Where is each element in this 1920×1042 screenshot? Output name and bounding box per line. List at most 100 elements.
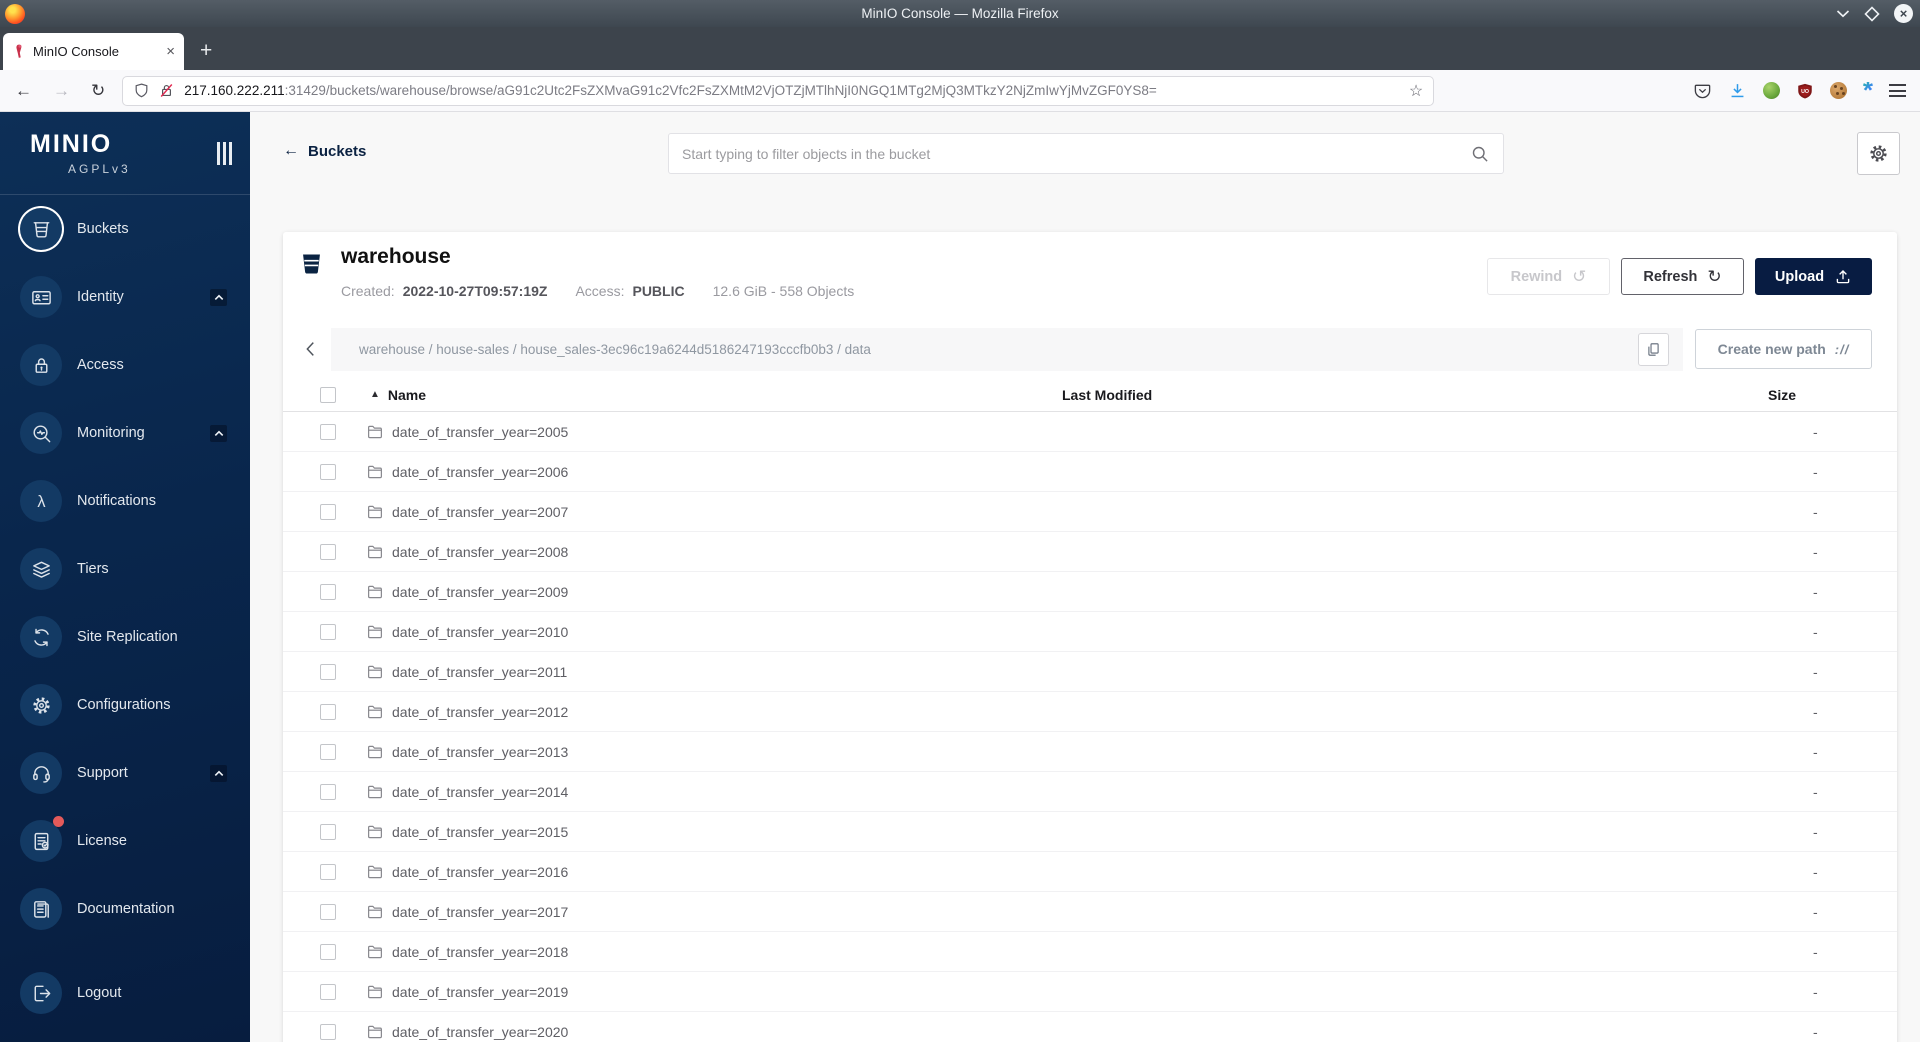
table-row[interactable]: date_of_transfer_year=2009 -: [283, 572, 1897, 612]
object-name[interactable]: date_of_transfer_year=2016: [392, 864, 568, 880]
table-row[interactable]: date_of_transfer_year=2016 -: [283, 852, 1897, 892]
bookmark-star-icon[interactable]: ☆: [1409, 81, 1423, 101]
reload-icon[interactable]: ↻: [91, 82, 105, 99]
row-checkbox[interactable]: [320, 743, 336, 760]
object-name[interactable]: date_of_transfer_year=2008: [392, 544, 568, 560]
sidebar-item-access[interactable]: Access: [0, 331, 250, 399]
sidebar-item-license[interactable]: License: [0, 807, 250, 875]
chevron-up-icon[interactable]: [210, 288, 227, 306]
object-name[interactable]: date_of_transfer_year=2006: [392, 464, 568, 480]
row-checkbox[interactable]: [320, 823, 336, 840]
folder-icon: [366, 743, 384, 761]
table-row[interactable]: date_of_transfer_year=2017 -: [283, 892, 1897, 932]
url-bar[interactable]: 217.160.222.211:31429/buckets/warehouse/…: [122, 75, 1435, 106]
sidebar-item-tiers[interactable]: Tiers: [0, 535, 250, 603]
table-row[interactable]: date_of_transfer_year=2014 -: [283, 772, 1897, 812]
rewind-button[interactable]: Rewind ↺: [1487, 258, 1610, 295]
name-column-header[interactable]: ▲ Name: [336, 387, 1062, 403]
menu-icon[interactable]: [1889, 84, 1906, 97]
modified-column-header[interactable]: Last Modified: [1062, 387, 1768, 403]
table-row[interactable]: date_of_transfer_year=2008 -: [283, 532, 1897, 572]
select-all-checkbox[interactable]: [320, 386, 336, 403]
row-checkbox[interactable]: [320, 943, 336, 960]
tab-close-icon[interactable]: ×: [166, 43, 175, 60]
object-name[interactable]: date_of_transfer_year=2012: [392, 704, 568, 720]
minimize-icon[interactable]: [1836, 9, 1850, 18]
back-to-buckets-link[interactable]: ← Buckets: [283, 142, 366, 160]
upload-button[interactable]: Upload: [1755, 258, 1872, 295]
privacy-extension-icon[interactable]: [1762, 82, 1780, 99]
containers-extension-icon[interactable]: *: [1863, 77, 1873, 103]
maximize-icon[interactable]: [1864, 5, 1880, 22]
cookie-extension-icon[interactable]: [1829, 82, 1847, 99]
settings-button[interactable]: [1857, 132, 1900, 175]
chevron-up-icon[interactable]: [210, 764, 227, 782]
table-row[interactable]: date_of_transfer_year=2011 -: [283, 652, 1897, 692]
sidebar-item-support[interactable]: Support: [0, 739, 250, 807]
table-row[interactable]: date_of_transfer_year=2013 -: [283, 732, 1897, 772]
sidebar-item-configurations[interactable]: Configurations: [0, 671, 250, 739]
object-name[interactable]: date_of_transfer_year=2015: [392, 824, 568, 840]
object-name[interactable]: date_of_transfer_year=2019: [392, 984, 568, 1000]
row-checkbox[interactable]: [320, 663, 336, 680]
ublock-origin-icon[interactable]: UO: [1796, 82, 1814, 100]
row-checkbox[interactable]: [320, 503, 336, 520]
sidebar-item-monitoring[interactable]: Monitoring: [0, 399, 250, 467]
row-checkbox[interactable]: [320, 983, 336, 1000]
object-name[interactable]: date_of_transfer_year=2009: [392, 584, 568, 600]
close-icon[interactable]: ×: [1894, 4, 1913, 23]
row-checkbox[interactable]: [320, 703, 336, 720]
row-checkbox[interactable]: [320, 423, 336, 440]
sidebar-item-notifications[interactable]: λ Notifications: [0, 467, 250, 535]
chevron-up-icon[interactable]: [210, 424, 227, 442]
refresh-icon: ↻: [1707, 266, 1722, 286]
shield-icon[interactable]: [133, 82, 150, 99]
row-checkbox[interactable]: [320, 1023, 336, 1040]
path-back-button[interactable]: [300, 329, 326, 369]
folder-icon: [366, 903, 384, 921]
table-row[interactable]: date_of_transfer_year=2005 -: [283, 412, 1897, 452]
table-row[interactable]: date_of_transfer_year=2007 -: [283, 492, 1897, 532]
table-row[interactable]: date_of_transfer_year=2020 -: [283, 1012, 1897, 1042]
back-icon[interactable]: ←: [15, 82, 32, 99]
row-checkbox[interactable]: [320, 623, 336, 640]
insecure-lock-icon[interactable]: [158, 82, 175, 99]
object-name[interactable]: date_of_transfer_year=2020: [392, 1024, 568, 1040]
object-name[interactable]: date_of_transfer_year=2005: [392, 424, 568, 440]
object-name[interactable]: date_of_transfer_year=2010: [392, 624, 568, 640]
row-checkbox[interactable]: [320, 863, 336, 880]
object-name[interactable]: date_of_transfer_year=2017: [392, 904, 568, 920]
row-checkbox[interactable]: [320, 903, 336, 920]
filter-objects-input[interactable]: [682, 145, 1470, 162]
object-name[interactable]: date_of_transfer_year=2013: [392, 744, 568, 760]
collapse-sidebar-icon[interactable]: [217, 141, 232, 165]
row-checkbox[interactable]: [320, 543, 336, 560]
sidebar-item-identity[interactable]: Identity: [0, 263, 250, 331]
create-new-path-button[interactable]: Create new path ://: [1695, 329, 1872, 369]
table-row[interactable]: date_of_transfer_year=2015 -: [283, 812, 1897, 852]
tab-minio-console[interactable]: MinIO Console ×: [3, 33, 184, 70]
size-column-header[interactable]: Size: [1768, 387, 1897, 403]
table-row[interactable]: date_of_transfer_year=2019 -: [283, 972, 1897, 1012]
row-checkbox[interactable]: [320, 463, 336, 480]
sidebar-item-site-replication[interactable]: Site Replication: [0, 603, 250, 671]
sidebar-item-buckets[interactable]: Buckets: [0, 195, 250, 263]
row-checkbox[interactable]: [320, 583, 336, 600]
table-row[interactable]: date_of_transfer_year=2010 -: [283, 612, 1897, 652]
sidebar-item-logout[interactable]: Logout: [0, 959, 250, 1027]
table-row[interactable]: date_of_transfer_year=2018 -: [283, 932, 1897, 972]
copy-path-button[interactable]: [1638, 332, 1669, 366]
forward-icon[interactable]: →: [53, 82, 70, 99]
table-row[interactable]: date_of_transfer_year=2012 -: [283, 692, 1897, 732]
object-name[interactable]: date_of_transfer_year=2014: [392, 784, 568, 800]
pocket-icon[interactable]: [1693, 81, 1712, 100]
download-icon[interactable]: [1728, 81, 1747, 100]
object-name[interactable]: date_of_transfer_year=2018: [392, 944, 568, 960]
row-checkbox[interactable]: [320, 783, 336, 800]
sidebar-item-documentation[interactable]: Documentation: [0, 875, 250, 943]
refresh-button[interactable]: Refresh ↻: [1621, 258, 1744, 295]
table-row[interactable]: date_of_transfer_year=2006 -: [283, 452, 1897, 492]
object-name[interactable]: date_of_transfer_year=2007: [392, 504, 568, 520]
object-name[interactable]: date_of_transfer_year=2011: [392, 664, 567, 680]
new-tab-button[interactable]: +: [200, 39, 212, 63]
